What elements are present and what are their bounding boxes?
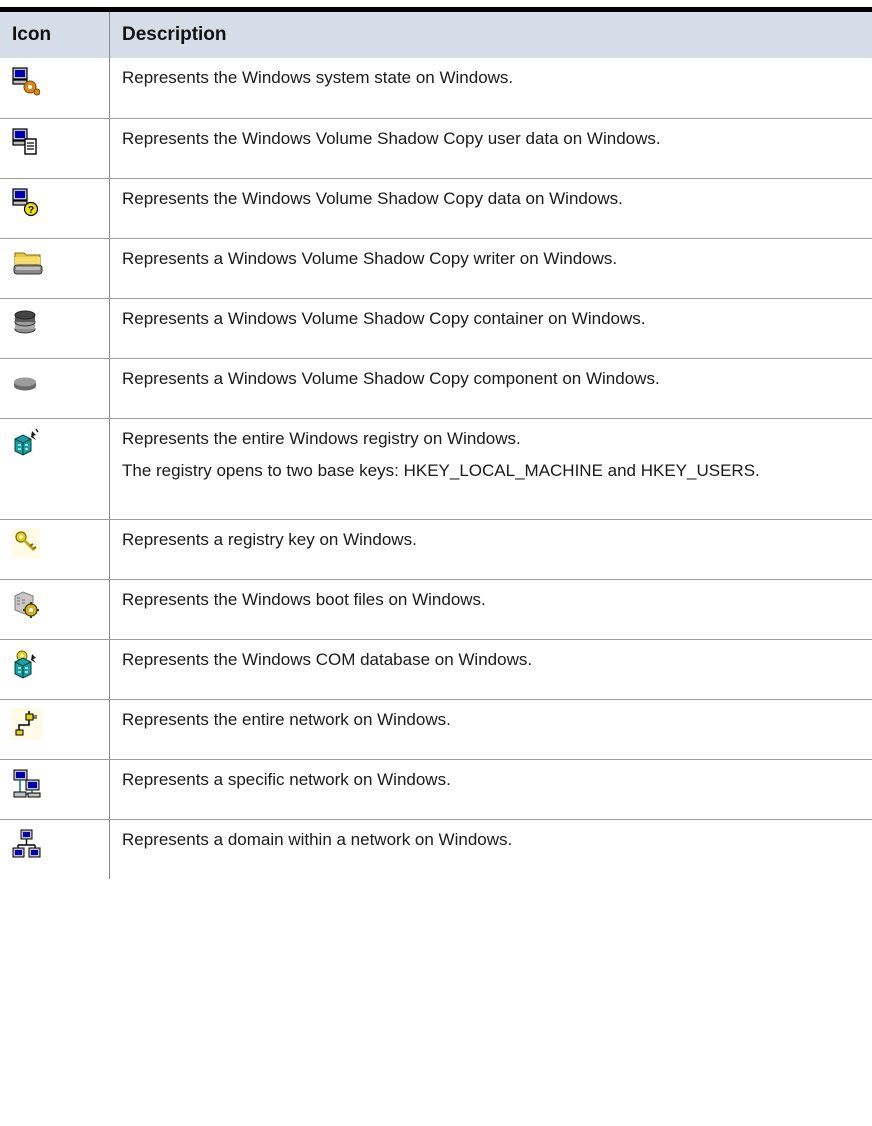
description-text: Represents a specific network on Windows… <box>122 769 451 789</box>
table-row: Represents a Windows Volume Shadow Copy … <box>0 358 872 419</box>
table-header-row: Icon Description <box>0 7 872 58</box>
registry-cubes-icon <box>12 427 109 457</box>
table-row: Represents a registry key on Windows. <box>0 519 872 580</box>
table-row: Represents the Windows boot files on Win… <box>0 579 872 640</box>
table-row: ? Represents the Windows Volume Shadow C… <box>0 178 872 239</box>
table-row: Represents the Windows Volume Shadow Cop… <box>0 118 872 179</box>
table-row: Represents a Windows Volume Shadow Copy … <box>0 298 872 359</box>
database-stack-icon <box>12 307 109 337</box>
table-row: Represents a Windows Volume Shadow Copy … <box>0 238 872 299</box>
network-plug-icon <box>12 707 109 740</box>
table-row: Represents the Windows COM database on W… <box>0 639 872 700</box>
description-text: Represents a Windows Volume Shadow Copy … <box>122 248 618 268</box>
header-icon: Icon <box>0 7 110 58</box>
header-description: Description <box>109 7 872 58</box>
network-computers-icon <box>12 768 109 800</box>
description-text: Represents the entire Windows registry o… <box>122 428 521 448</box>
disk-icon <box>12 367 109 397</box>
domain-network-icon <box>12 828 109 860</box>
table-row: Represents the entire Windows registry o… <box>0 418 872 520</box>
description-text: Represents the entire network on Windows… <box>122 709 451 729</box>
description-text: The registry opens to two base keys: HKE… <box>122 460 760 480</box>
description-text: Represents the Windows Volume Shadow Cop… <box>122 128 661 148</box>
icon-description-table: Icon Description Represents the Windows … <box>0 7 872 879</box>
svg-text:?: ? <box>28 205 34 216</box>
description-text: Represents a Windows Volume Shadow Copy … <box>122 308 646 328</box>
description-text: Represents the Windows Volume Shadow Cop… <box>122 188 623 208</box>
description-text: Represents the Windows boot files on Win… <box>122 589 486 609</box>
description-text: Represents a registry key on Windows. <box>122 529 417 549</box>
com-database-icon <box>12 648 109 680</box>
computer-question-icon: ? <box>12 187 109 217</box>
table-row: Represents a domain within a network on … <box>0 819 872 879</box>
description-text: Represents the Windows COM database on W… <box>122 649 533 669</box>
table-row: Represents the Windows system state on W… <box>0 58 872 119</box>
description-text: Represents a Windows Volume Shadow Copy … <box>122 368 660 388</box>
table-row: Represents a specific network on Windows… <box>0 759 872 820</box>
key-icon <box>12 527 109 558</box>
description-text: Represents a domain within a network on … <box>122 829 513 849</box>
computer-document-icon <box>12 127 109 157</box>
computer-gear-icon <box>12 66 109 96</box>
table-row: Represents the entire network on Windows… <box>0 699 872 760</box>
boot-files-gear-icon <box>12 588 109 620</box>
description-text: Represents the Windows system state on W… <box>122 68 514 87</box>
folder-drive-icon <box>12 247 109 277</box>
